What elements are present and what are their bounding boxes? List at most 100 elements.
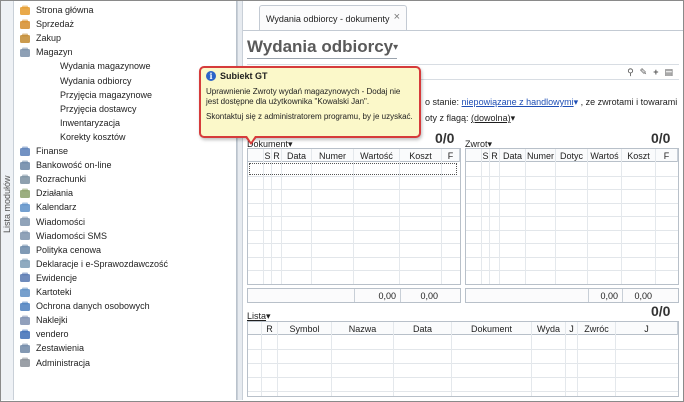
sidebar-item[interactable]: Polityka cenowa — [19, 243, 101, 257]
column-header[interactable]: F — [656, 149, 678, 162]
column-header[interactable]: F — [442, 149, 460, 162]
column-header[interactable]: Koszt — [400, 149, 442, 162]
grid-column-line — [393, 322, 394, 396]
sidebar-subitem[interactable]: Wydania odbiorcy — [48, 74, 131, 88]
sidebar-item[interactable]: Naklejki — [19, 313, 68, 327]
grid-column-line — [615, 322, 616, 396]
column-header[interactable] — [248, 322, 262, 335]
grid-row-line — [466, 283, 678, 284]
column-header[interactable]: Zwróc — [578, 322, 616, 335]
column-header[interactable]: Nazwa — [332, 322, 394, 335]
sidebar-item[interactable]: Wiadomości SMS — [19, 229, 107, 243]
cart-icon — [19, 19, 31, 30]
sidebar-item[interactable]: Ochrona danych osobowych — [19, 299, 150, 313]
sidebar-item[interactable]: Kartoteki — [19, 285, 72, 299]
sidebar-subitem[interactable]: Przyjęcia dostawcy — [48, 102, 137, 116]
focused-row[interactable] — [249, 163, 457, 175]
list-icon[interactable]: ▤ — [664, 67, 673, 78]
grid-column-line — [621, 149, 622, 284]
sidebar-item[interactable]: Administracja — [19, 356, 90, 370]
tooltip-hint: Skontaktuj się z administratorem program… — [206, 112, 413, 121]
main-area: Wydania odbiorcy - dokumenty × Wydania o… — [243, 1, 683, 400]
sidebar-item[interactable]: Sprzedaż — [19, 17, 74, 31]
edit-icon[interactable]: ✎ — [640, 67, 648, 78]
sidebar-subitem[interactable]: Korekty kosztów — [48, 130, 126, 144]
info-icon: i — [206, 71, 216, 81]
sidebar-subitem[interactable]: Przyjęcia magazynowe — [48, 88, 152, 102]
column-header[interactable]: Wyda — [532, 322, 566, 335]
sidebar-item[interactable]: Magazyn — [19, 45, 73, 59]
dokument-grid[interactable]: S R Data Numer Wartość Koszt F — [247, 148, 461, 285]
sidebar-item[interactable]: Zakup — [19, 31, 61, 45]
chevron-down-icon[interactable]: ▾ — [574, 97, 579, 107]
close-icon[interactable]: × — [394, 11, 400, 23]
tab-label: Wydania odbiorcy - dokumenty — [266, 13, 390, 24]
column-header[interactable]: Dotyc — [556, 149, 588, 162]
sidebar-item[interactable]: Ewidencje — [19, 271, 77, 285]
grid-column-line — [261, 322, 262, 396]
column-header[interactable]: Koszt — [622, 149, 656, 162]
stickers-icon — [19, 315, 31, 326]
grid-row-line — [466, 189, 678, 190]
sidebar-item-label: Rozrachunki — [36, 174, 87, 185]
column-header[interactable]: Data — [282, 149, 312, 162]
sidebar-subitem[interactable]: Wydania magazynowe — [48, 59, 150, 73]
column-header[interactable]: Dokument — [452, 322, 532, 335]
sidebar-item[interactable]: vendero — [19, 327, 69, 341]
tooltip-message: Uprawnienie Zwroty wydań magazynowych - … — [206, 87, 401, 106]
column-header[interactable]: Wartość — [354, 149, 400, 162]
column-header[interactable]: Data — [500, 149, 526, 162]
dokument-counter: 0/0 — [435, 130, 455, 146]
grid-row-line — [248, 216, 460, 217]
page-title[interactable]: Wydania odbiorcy▾ — [247, 37, 398, 57]
sidebar-item[interactable]: Wiadomości — [19, 215, 85, 229]
tooltip-header: i Subiekt GT — [206, 71, 414, 81]
settlements-icon — [19, 174, 31, 185]
column-header[interactable]: Data — [394, 322, 452, 335]
lista-grid[interactable]: R Symbol Nazwa Data Dokument Wyda J Zwróc J — [247, 321, 679, 397]
messages-icon — [19, 216, 31, 227]
sidebar-item-label: Ochrona danych osobowych — [36, 301, 150, 312]
column-header[interactable]: Numer — [526, 149, 556, 162]
home-icon — [19, 5, 31, 16]
sidebar-item[interactable]: Strona główna — [19, 3, 94, 17]
sidebar-subitem-label: Wydania magazynowe — [60, 61, 151, 72]
search-icon[interactable]: ⚲ — [627, 67, 634, 78]
sidebar-item[interactable]: Deklaracje i e-Sprawozdawczość — [19, 257, 168, 271]
grid-row-line — [248, 202, 460, 204]
zwrot-sum-bar: 0,00 0,00 — [465, 288, 679, 303]
chevron-down-icon[interactable]: ▾ — [511, 113, 516, 123]
tooltip-tail-fill — [247, 136, 255, 142]
sidebar-item[interactable]: Zestawienia — [19, 341, 84, 355]
sidebar-item[interactable]: Bankowość on-line — [19, 158, 112, 172]
column-header[interactable]: Numer — [312, 149, 354, 162]
tab-underline — [243, 30, 683, 31]
state-filter-link[interactable]: niepowiązane z handlowymi — [462, 97, 574, 107]
sidebar-item-label: Deklaracje i e-Sprawozdawczość — [36, 258, 169, 269]
sidebar-item-label: Wiadomości — [36, 216, 86, 227]
grid-row-line — [248, 391, 678, 392]
sum-value: 0,00 — [354, 289, 400, 302]
state-filter-suffix: , ze zwrotami i towarami — [580, 97, 678, 107]
sidebar-subitem[interactable]: Inwentaryzacja — [48, 116, 120, 130]
sidebar-item[interactable]: Kalendarz — [19, 200, 77, 214]
sidebar-item[interactable]: Działania — [19, 186, 73, 200]
modules-strip-label: Lista modułów — [2, 175, 12, 233]
modules-side-strip[interactable]: Lista modułów — [1, 1, 14, 400]
tab-wydania-odbiorcy[interactable]: Wydania odbiorcy - dokumenty × — [259, 5, 407, 31]
flag-filter-link[interactable]: (dowolna) — [471, 113, 511, 123]
zwrot-grid[interactable]: S R Data Numer Dotyc Wartoś Koszt F — [465, 148, 679, 285]
zwrot-counter: 0/0 — [651, 130, 671, 146]
add-icon[interactable]: + — [653, 67, 658, 78]
lista-counter: 0/0 — [651, 303, 671, 319]
sidebar-item-label: Sprzedaż — [36, 19, 75, 30]
sidebar-item[interactable]: Finanse — [19, 144, 68, 158]
grid-row-line — [248, 175, 460, 177]
sidebar-item[interactable]: Rozrachunki — [19, 172, 86, 186]
column-header[interactable]: Symbol — [278, 322, 332, 335]
column-header[interactable]: Wartoś — [588, 149, 622, 162]
column-header[interactable] — [466, 149, 482, 162]
column-header[interactable] — [248, 149, 264, 162]
column-header[interactable]: R — [262, 322, 278, 335]
column-header[interactable]: J — [616, 322, 678, 335]
